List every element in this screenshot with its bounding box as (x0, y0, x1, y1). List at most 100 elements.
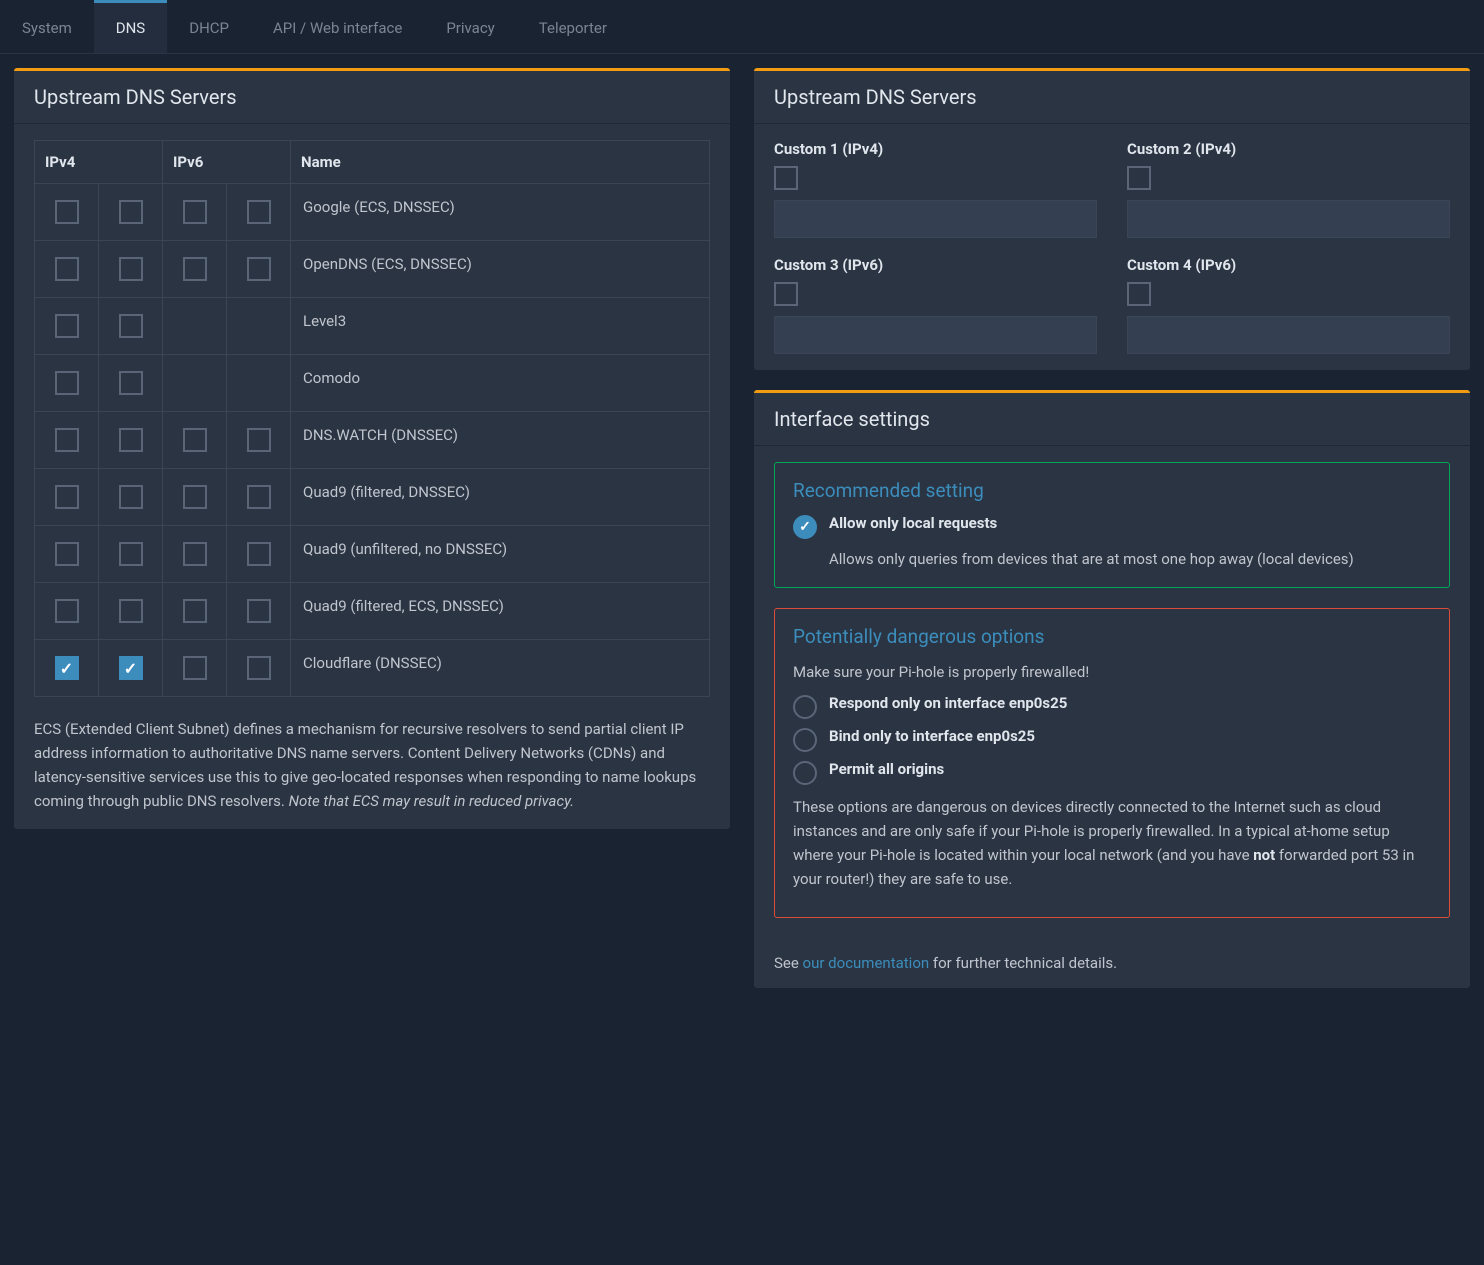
checkbox-ipv4b[interactable] (119, 314, 143, 338)
checkbox-ipv6b[interactable] (247, 656, 271, 680)
checkbox-ipv6a[interactable] (183, 599, 207, 623)
checkbox-ipv6b[interactable] (247, 428, 271, 452)
checkbox-ipv4a[interactable] (55, 314, 79, 338)
checkbox-ipv6b[interactable] (247, 485, 271, 509)
header-ipv6: IPv6 (163, 141, 291, 184)
custom-label: Custom 4 (IPv6) (1127, 256, 1450, 274)
tab-dns[interactable]: DNS (94, 0, 167, 53)
custom-label: Custom 3 (IPv6) (774, 256, 1097, 274)
table-row: DNS.WATCH (DNSSEC) (35, 412, 710, 469)
dns-providers-table: IPv4 IPv6 Name Google (ECS, DNSSEC)OpenD… (34, 140, 710, 697)
table-row: Quad9 (filtered, DNSSEC) (35, 469, 710, 526)
provider-name: Quad9 (filtered, DNSSEC) (291, 469, 710, 526)
provider-name: Cloudflare (DNSSEC) (291, 640, 710, 697)
custom-input[interactable] (774, 200, 1097, 238)
tab-privacy[interactable]: Privacy (424, 0, 516, 53)
table-row: Quad9 (unfiltered, no DNSSEC) (35, 526, 710, 583)
checkbox-ipv4a[interactable] (55, 257, 79, 281)
checkbox-ipv4b[interactable] (119, 656, 143, 680)
checkbox-ipv6a[interactable] (183, 200, 207, 224)
provider-name: OpenDNS (ECS, DNSSEC) (291, 241, 710, 298)
radio-label: Bind only to interface enp0s25 (829, 727, 1035, 745)
provider-name: Quad9 (unfiltered, no DNSSEC) (291, 526, 710, 583)
checkbox-ipv4a[interactable] (55, 371, 79, 395)
recommended-box: Recommended setting Allow only local req… (774, 462, 1450, 588)
custom-checkbox[interactable] (774, 166, 798, 190)
checkbox-ipv6b[interactable] (247, 200, 271, 224)
custom-input[interactable] (1127, 200, 1450, 238)
checkbox-ipv4a[interactable] (55, 485, 79, 509)
custom-field: Custom 3 (IPv6) (774, 256, 1097, 354)
table-row: Cloudflare (DNSSEC) (35, 640, 710, 697)
radio-option[interactable] (793, 695, 817, 719)
doc-row: See our documentation for further techni… (754, 954, 1470, 988)
checkbox-ipv4b[interactable] (119, 599, 143, 623)
checkbox-ipv4b[interactable] (119, 428, 143, 452)
table-row: Quad9 (filtered, ECS, DNSSEC) (35, 583, 710, 640)
recommended-heading: Recommended setting (793, 479, 1431, 502)
table-row: Level3 (35, 298, 710, 355)
checkbox-ipv4a[interactable] (55, 599, 79, 623)
provider-name: Comodo (291, 355, 710, 412)
radio-label: Allow only local requests (829, 514, 997, 532)
header-ipv4: IPv4 (35, 141, 163, 184)
provider-name: Quad9 (filtered, ECS, DNSSEC) (291, 583, 710, 640)
dangerous-desc: These options are dangerous on devices d… (793, 795, 1431, 891)
checkbox-ipv6b[interactable] (247, 257, 271, 281)
radio-label: Respond only on interface enp0s25 (829, 694, 1067, 712)
table-row: Google (ECS, DNSSEC) (35, 184, 710, 241)
doc-link[interactable]: our documentation (803, 954, 930, 972)
checkbox-ipv4b[interactable] (119, 200, 143, 224)
provider-name: Google (ECS, DNSSEC) (291, 184, 710, 241)
dangerous-box: Potentially dangerous options Make sure … (774, 608, 1450, 918)
provider-name: DNS.WATCH (DNSSEC) (291, 412, 710, 469)
table-row: OpenDNS (ECS, DNSSEC) (35, 241, 710, 298)
tab-teleporter[interactable]: Teleporter (517, 0, 629, 53)
checkbox-ipv4b[interactable] (119, 371, 143, 395)
checkbox-ipv6a[interactable] (183, 656, 207, 680)
checkbox-ipv4b[interactable] (119, 485, 143, 509)
provider-name: Level3 (291, 298, 710, 355)
checkbox-ipv4a[interactable] (55, 200, 79, 224)
checkbox-ipv6b[interactable] (247, 599, 271, 623)
table-row: Comodo (35, 355, 710, 412)
custom-label: Custom 1 (IPv4) (774, 140, 1097, 158)
custom-field: Custom 1 (IPv4) (774, 140, 1097, 238)
checkbox-ipv4a[interactable] (55, 428, 79, 452)
dangerous-heading: Potentially dangerous options (793, 625, 1431, 648)
upstream-dns-card: Upstream DNS Servers IPv4 IPv6 Name Goog… (14, 68, 730, 829)
custom-field: Custom 4 (IPv6) (1127, 256, 1450, 354)
custom-checkbox[interactable] (774, 282, 798, 306)
interface-settings-card: Interface settings Recommended setting A… (754, 390, 1470, 988)
custom-input[interactable] (774, 316, 1097, 354)
checkbox-ipv6a[interactable] (183, 485, 207, 509)
checkbox-ipv6a[interactable] (183, 428, 207, 452)
custom-field: Custom 2 (IPv4) (1127, 140, 1450, 238)
radio-option[interactable] (793, 728, 817, 752)
radio-desc: Allows only queries from devices that ar… (829, 547, 1431, 571)
dangerous-warning: Make sure your Pi-hole is properly firew… (793, 660, 1431, 684)
checkbox-ipv4b[interactable] (119, 257, 143, 281)
card-title: Upstream DNS Servers (14, 71, 730, 124)
radio-label: Permit all origins (829, 760, 944, 778)
custom-input[interactable] (1127, 316, 1450, 354)
checkbox-ipv6b[interactable] (247, 542, 271, 566)
custom-dns-card: Upstream DNS Servers Custom 1 (IPv4) Cust… (754, 68, 1470, 370)
checkbox-ipv4a[interactable] (55, 542, 79, 566)
checkbox-ipv4b[interactable] (119, 542, 143, 566)
radio-option[interactable] (793, 761, 817, 785)
tab-system[interactable]: System (0, 0, 94, 53)
custom-checkbox[interactable] (1127, 166, 1151, 190)
checkbox-ipv6a[interactable] (183, 257, 207, 281)
custom-checkbox[interactable] (1127, 282, 1151, 306)
card-title: Interface settings (754, 393, 1470, 446)
card-title: Upstream DNS Servers (754, 71, 1470, 124)
ecs-note: ECS (Extended Client Subnet) defines a m… (34, 713, 710, 813)
tab-api-web-interface[interactable]: API / Web interface (251, 0, 424, 53)
checkbox-ipv6a[interactable] (183, 542, 207, 566)
radio-allow-local[interactable] (793, 515, 817, 539)
checkbox-ipv4a[interactable] (55, 656, 79, 680)
custom-label: Custom 2 (IPv4) (1127, 140, 1450, 158)
header-name: Name (291, 141, 710, 184)
tab-dhcp[interactable]: DHCP (167, 0, 251, 53)
